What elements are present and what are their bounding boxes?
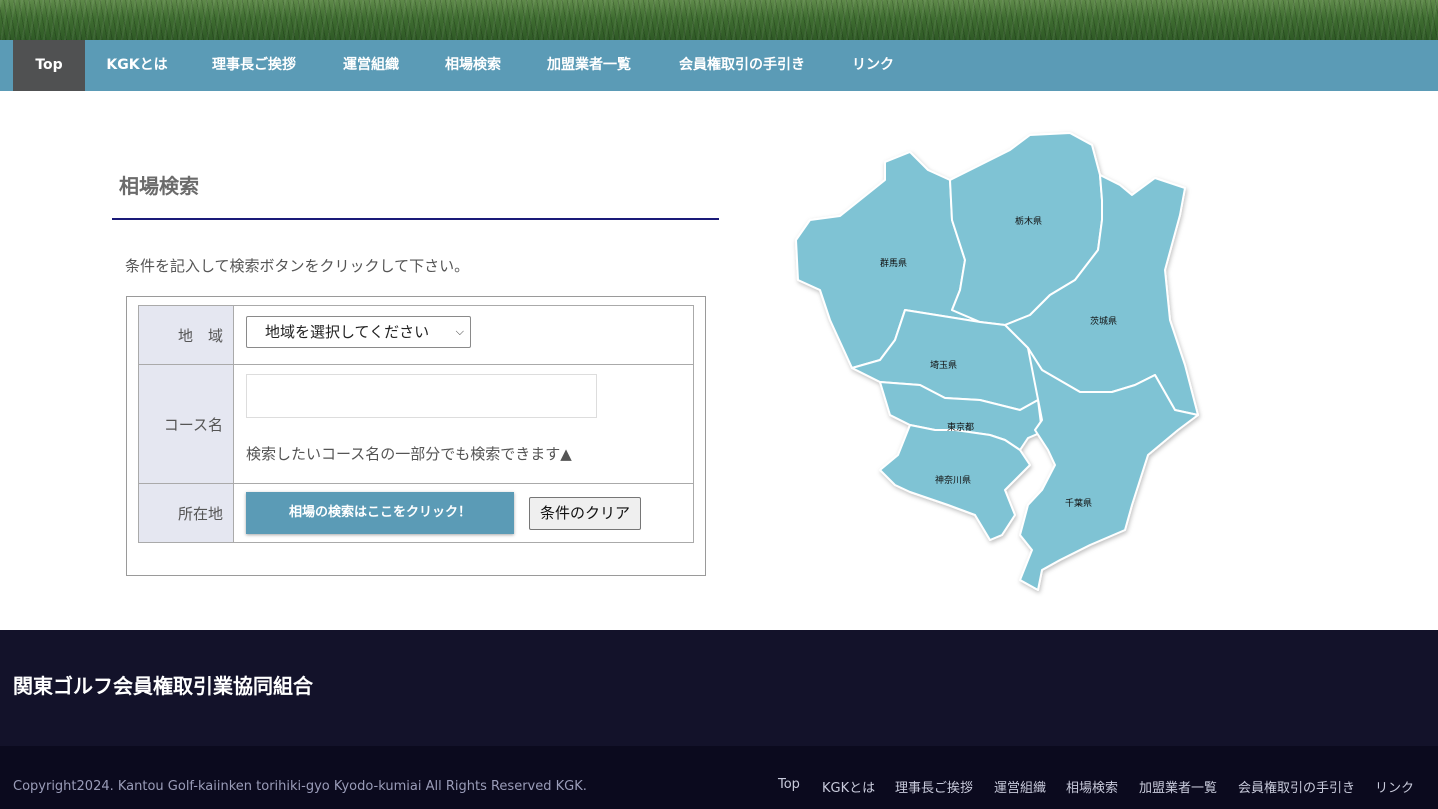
search-instruction: 条件を記入して検索ボタンをクリックして下さい。 bbox=[125, 257, 470, 275]
nav-item-members[interactable]: 加盟業者一覧 bbox=[535, 40, 643, 91]
header-banner bbox=[0, 0, 1438, 40]
region-selected-value: 地域を選択してください bbox=[265, 323, 430, 341]
footer: 関東ゴルフ会員権取引業協同組合 bbox=[0, 630, 1438, 746]
course-name-input[interactable] bbox=[246, 374, 597, 418]
search-button[interactable]: 相場の検索はここをクリック！ bbox=[246, 492, 514, 534]
footer-bottom-bar: Copyright2024. Kantou Golf-kaiinken tori… bbox=[0, 746, 1438, 809]
label-kanagawa: 神奈川県 bbox=[935, 474, 971, 486]
nav-item-links[interactable]: リンク bbox=[840, 40, 906, 91]
location-row: 所在地 相場の検索はここをクリック！ 条件のクリア bbox=[138, 483, 694, 543]
course-label: コース名 bbox=[139, 365, 234, 483]
label-tokyo: 東京都 bbox=[947, 421, 974, 433]
footer-link-about[interactable]: KGKとは bbox=[822, 777, 875, 796]
nav-item-organization[interactable]: 運営組織 bbox=[331, 40, 411, 91]
course-hint: 検索したいコース名の一部分でも検索できます▲ bbox=[246, 445, 572, 463]
nav-item-price-search[interactable]: 相場検索 bbox=[434, 40, 512, 91]
nav-item-about[interactable]: KGKとは bbox=[96, 40, 178, 91]
footer-link-organization[interactable]: 運営組織 bbox=[994, 777, 1046, 796]
footer-link-price-search[interactable]: 相場検索 bbox=[1066, 777, 1118, 796]
nav-item-guide[interactable]: 会員権取引の手引き bbox=[667, 40, 817, 91]
copyright-text: Copyright2024. Kantou Golf-kaiinken tori… bbox=[13, 779, 587, 794]
label-ibaraki: 茨城県 bbox=[1090, 315, 1117, 327]
footer-org-name: 関東ゴルフ会員権取引業協同組合 bbox=[13, 674, 313, 698]
main-nav: Top KGKとは 理事長ご挨拶 運営組織 相場検索 加盟業者一覧 会員権取引の… bbox=[0, 40, 1438, 91]
footer-link-greeting[interactable]: 理事長ご挨拶 bbox=[895, 777, 973, 796]
title-divider bbox=[112, 218, 719, 220]
course-row: コース名 検索したいコース名の一部分でも検索できます▲ bbox=[138, 364, 694, 484]
location-label: 所在地 bbox=[139, 484, 234, 542]
label-chiba: 千葉県 bbox=[1065, 497, 1092, 509]
region-label: 地 域 bbox=[139, 306, 234, 364]
footer-link-guide[interactable]: 会員権取引の手引き bbox=[1238, 777, 1355, 796]
label-gunma: 群馬県 bbox=[880, 257, 907, 269]
nav-item-greeting[interactable]: 理事長ご挨拶 bbox=[200, 40, 308, 91]
footer-link-top[interactable]: Top bbox=[778, 777, 800, 792]
label-tochigi: 栃木県 bbox=[1015, 215, 1042, 227]
clear-button[interactable]: 条件のクリア bbox=[529, 497, 641, 530]
kanto-map: 群馬県 栃木県 茨城県 埼玉県 東京都 神奈川県 千葉県 bbox=[795, 132, 1199, 591]
nav-item-top[interactable]: Top bbox=[13, 40, 85, 91]
label-saitama: 埼玉県 bbox=[930, 359, 957, 371]
region-row: 地 域 地域を選択してください ⌵ bbox=[138, 305, 694, 365]
region-select[interactable]: 地域を選択してください ⌵ bbox=[246, 316, 471, 348]
footer-link-members[interactable]: 加盟業者一覧 bbox=[1139, 777, 1217, 796]
page-title: 相場検索 bbox=[119, 174, 199, 198]
chevron-down-icon: ⌵ bbox=[455, 325, 464, 338]
footer-link-links[interactable]: リンク bbox=[1375, 777, 1414, 796]
